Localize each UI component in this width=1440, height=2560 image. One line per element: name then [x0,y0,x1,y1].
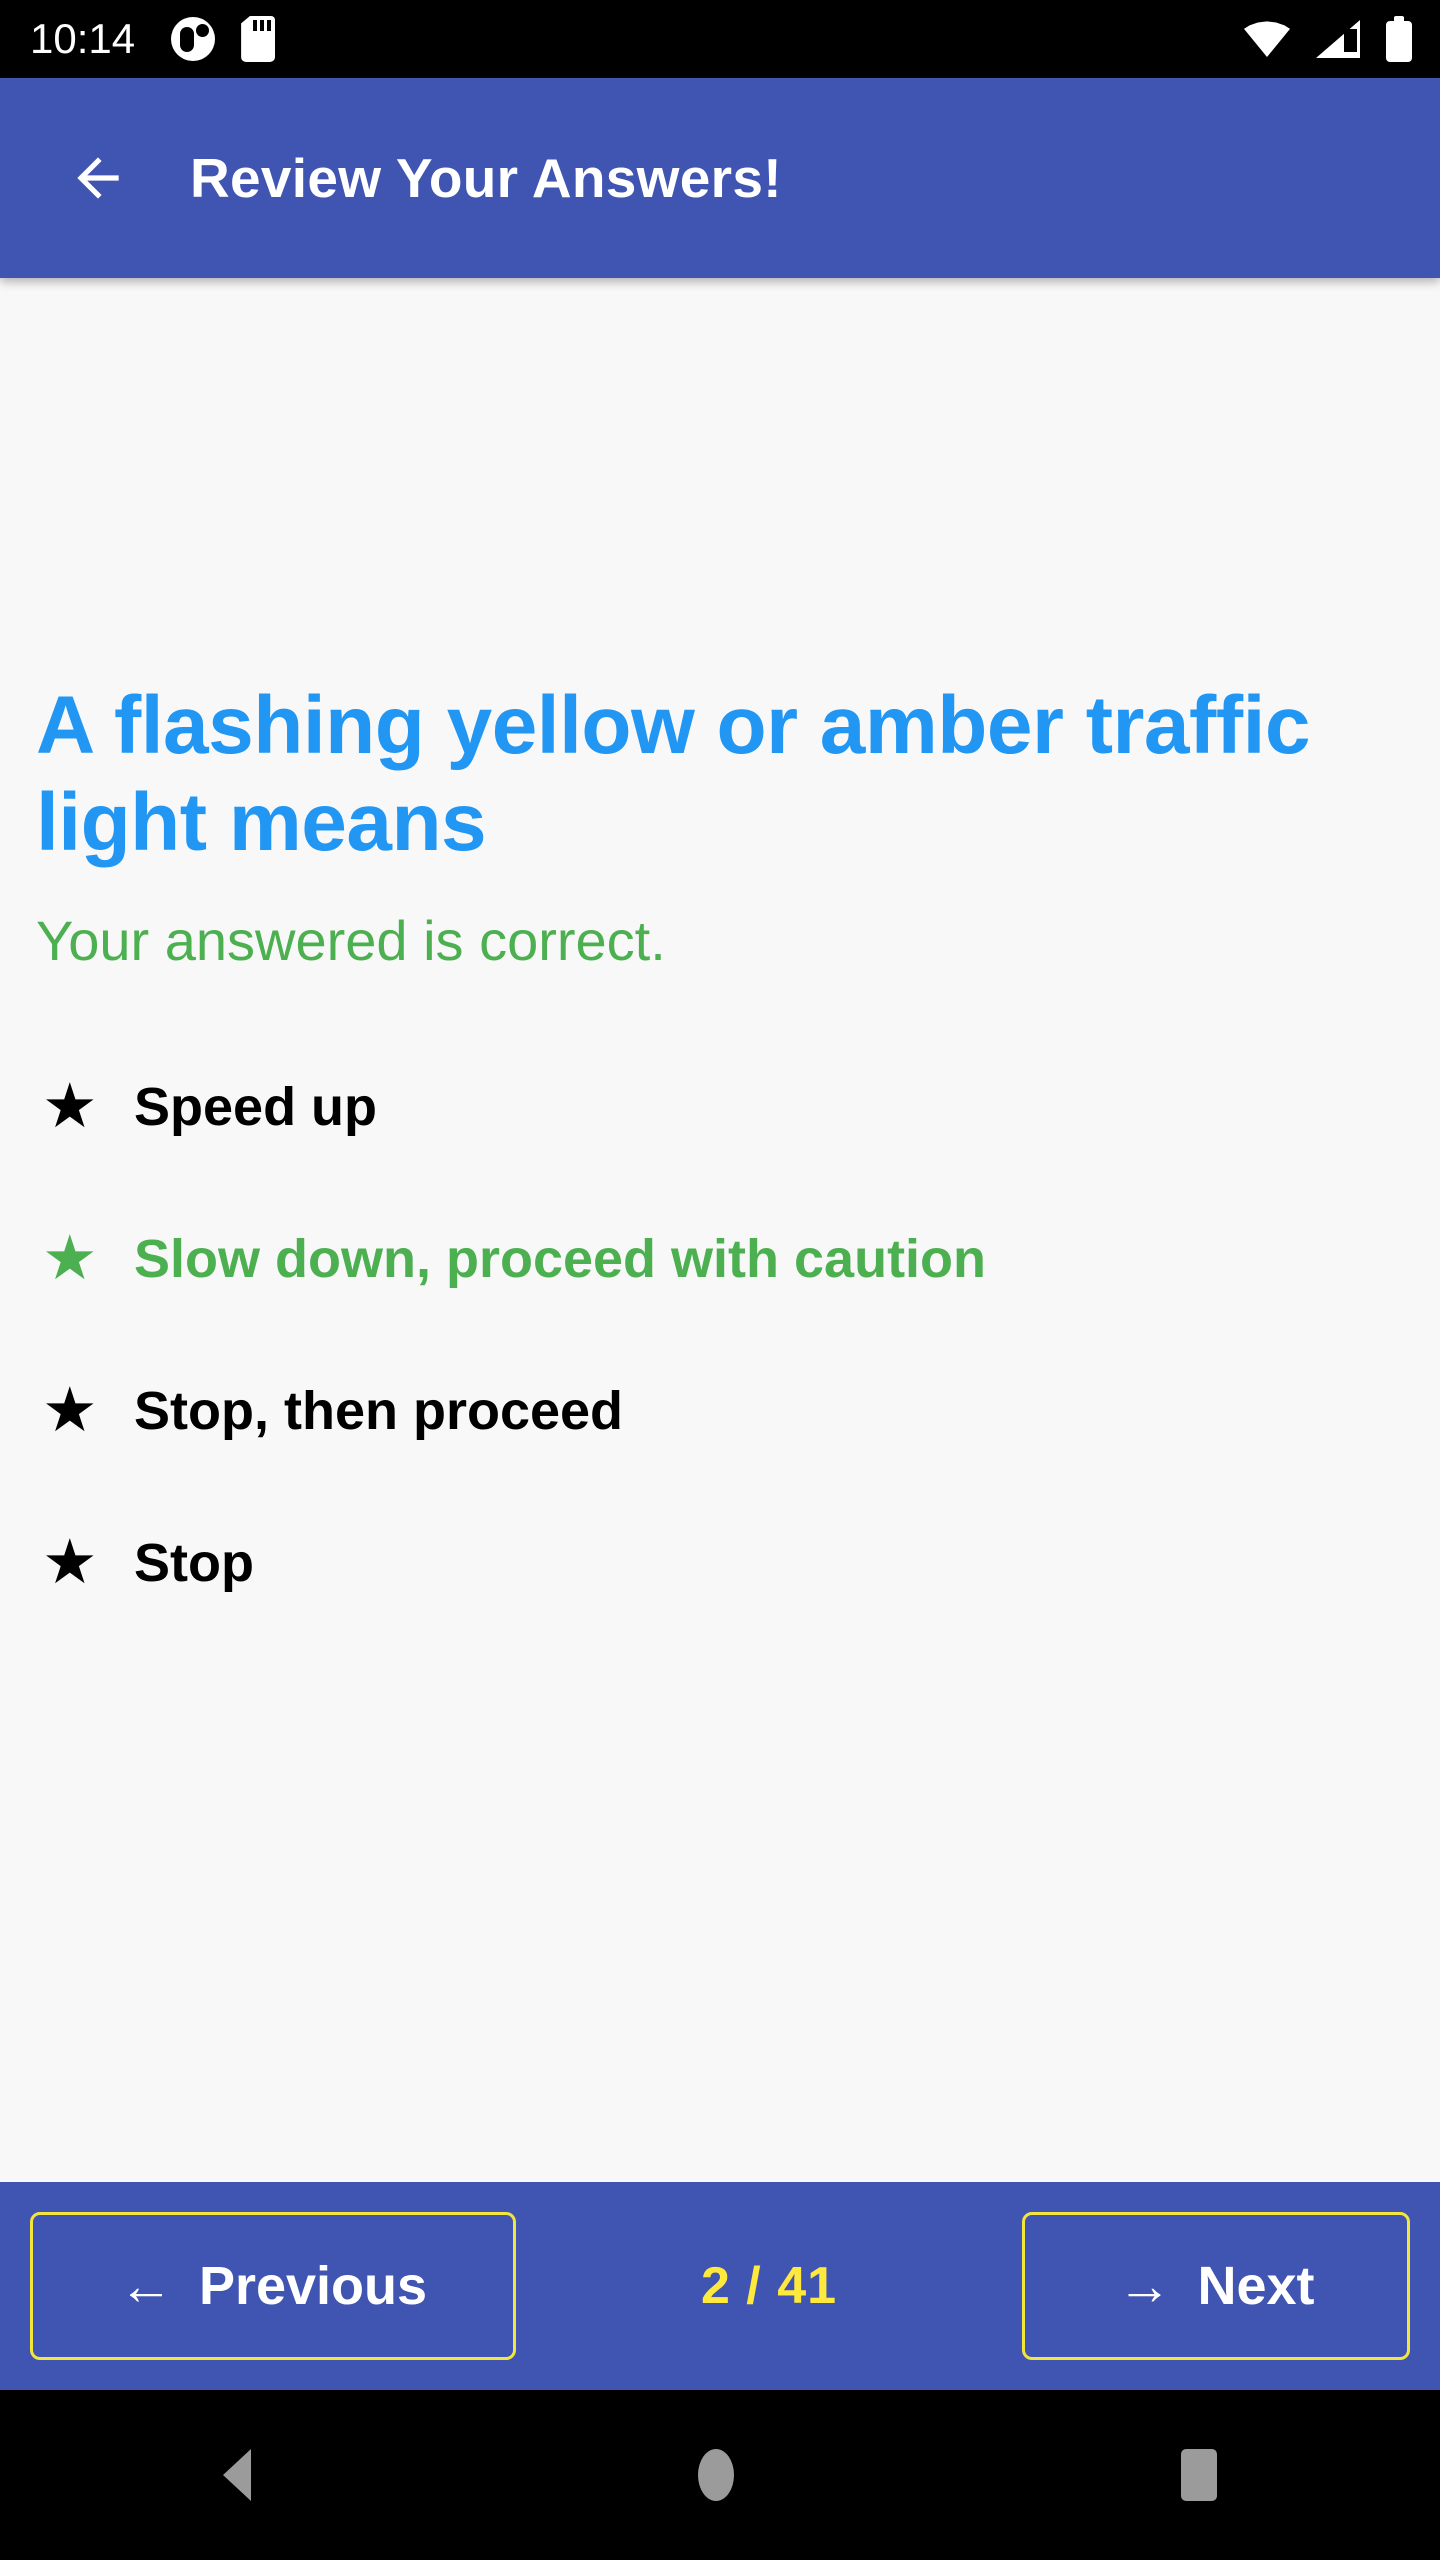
back-button[interactable] [50,130,146,226]
status-bar: 10:14 [0,0,1440,78]
previous-button[interactable]: ← Previous [30,2212,516,2360]
star-icon: ★ [42,1223,98,1293]
answer-option-label: Stop [134,1532,254,1593]
question-review-content: A flashing yellow or amber traffic light… [0,278,1440,2182]
page-title: Review Your Answers! [190,147,782,209]
answer-option[interactable]: ★ Speed up [36,1031,1404,1183]
android-navigation-bar [0,2390,1440,2560]
status-bar-right-icons [1244,16,1412,62]
answer-option-label: Stop, then proceed [134,1380,624,1441]
wifi-icon [1244,21,1290,57]
question-text: A flashing yellow or amber traffic light… [36,680,1311,868]
arrow-right-icon: → [1117,2256,1172,2316]
answer-option-correct[interactable]: ★ Slow down, proceed with caution [36,1183,1404,1335]
bottom-navigation-bar: ← Previous 2 / 41 → Next [0,2182,1440,2390]
status-bar-clock: 10:14 [30,15,136,62]
arrow-left-icon [77,157,119,199]
answer-option-label: Slow down, proceed with caution [134,1228,987,1289]
arrow-left-icon: ← [118,2256,173,2316]
answer-option[interactable]: ★ Stop [36,1487,1404,1639]
next-button-label: Next [1197,2256,1315,2316]
sd-card-icon [241,16,276,62]
nav-home-circle-icon[interactable] [697,2449,734,2501]
notification-circle-icon [171,17,216,61]
answer-options-list: ★ Speed up ★ Slow down, proceed with cau… [36,1031,1404,1639]
star-icon: ★ [42,1375,98,1445]
phone-screen: 10:14 Review Your Answers! A flashing ye… [0,0,1440,2560]
star-icon: ★ [42,1527,98,1597]
answer-verdict-text: Your answered is correct. [36,908,666,972]
question-counter: 2 / 41 [700,2257,838,2315]
next-button[interactable]: → Next [1021,2212,1410,2360]
nav-recents-square-icon[interactable] [1180,2449,1217,2501]
status-bar-left-icons [171,16,276,62]
previous-button-label: Previous [198,2256,428,2316]
answer-option[interactable]: ★ Stop, then proceed [36,1335,1404,1487]
star-icon: ★ [42,1071,98,1141]
answer-option-label: Speed up [134,1076,378,1137]
cellular-signal-icon [1316,20,1360,58]
battery-icon [1386,16,1412,62]
app-bar: Review Your Answers! [0,78,1440,278]
nav-back-triangle-icon[interactable] [223,2449,252,2501]
